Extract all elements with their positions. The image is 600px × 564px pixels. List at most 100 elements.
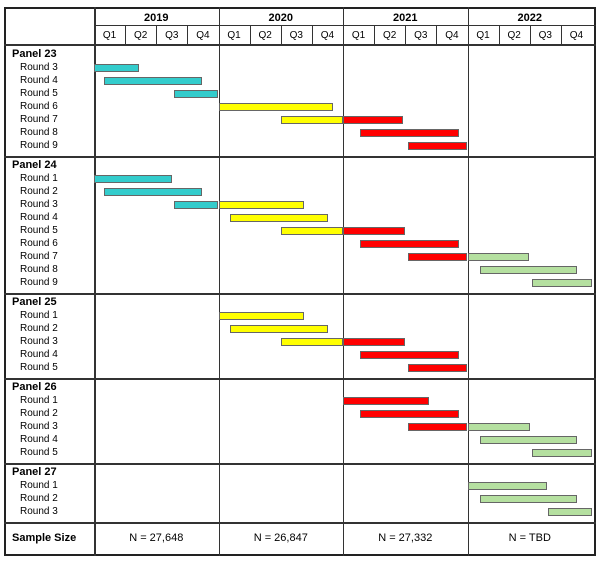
quarter-divider (125, 25, 127, 45)
round-label: Round 9 (20, 140, 58, 151)
year-label: 2022 (517, 12, 542, 24)
round-label: Round 8 (20, 264, 58, 275)
quarter-label: Q2 (507, 30, 521, 41)
gantt-bar (360, 240, 459, 248)
round-label: Round 3 (20, 199, 58, 210)
gantt-bar (173, 90, 219, 98)
gantt-bar (218, 103, 334, 111)
round-label: Round 3 (20, 506, 58, 517)
gantt-bar (407, 142, 468, 150)
round-label: Round 9 (20, 277, 58, 288)
gantt-bar (229, 214, 329, 222)
round-label: Round 2 (20, 186, 58, 197)
round-label: Round 1 (20, 395, 58, 406)
gantt-bar (343, 116, 403, 124)
quarter-label: Q4 (320, 30, 335, 41)
quarter-label: Q1 (351, 30, 366, 41)
quarter-label: Q1 (476, 30, 490, 41)
gantt-bar (218, 201, 305, 209)
round-label: Round 4 (20, 434, 58, 445)
gantt-bar (532, 279, 592, 287)
gantt-bar (479, 495, 578, 503)
quarter-label: Q4 (196, 30, 210, 41)
quarter-divider (405, 25, 407, 45)
gantt-bar (467, 482, 548, 490)
round-label: Round 1 (20, 310, 58, 321)
round-label: Round 3 (20, 336, 58, 347)
round-label: Round 6 (20, 238, 58, 249)
round-label: Round 7 (20, 251, 58, 262)
quarter-divider (249, 25, 251, 45)
panel-title: Panel 26 (12, 381, 57, 393)
round-label: Round 3 (20, 62, 58, 73)
quarter-divider (498, 25, 500, 45)
gantt-bar (103, 188, 203, 196)
panel-divider (4, 293, 596, 295)
gantt-bar (280, 227, 343, 235)
year-divider (94, 7, 96, 556)
gantt-bar (360, 351, 459, 359)
round-label: Round 4 (20, 212, 58, 223)
quarter-divider (280, 25, 282, 45)
gantt-bar (280, 116, 343, 124)
gantt-bar (548, 508, 592, 516)
quarter-label: Q1 (102, 30, 117, 41)
gantt-bar (467, 253, 529, 261)
panel-title: Panel 25 (12, 296, 57, 308)
quarter-label: Q3 (538, 30, 552, 41)
round-label: Round 8 (20, 127, 58, 138)
quarter-label: Q3 (165, 30, 179, 41)
gantt-bar (407, 423, 468, 431)
round-label: Round 7 (20, 114, 58, 125)
gantt-bar (479, 436, 578, 444)
round-label: Round 4 (20, 349, 58, 360)
round-label: Round 2 (20, 493, 58, 504)
chart-border (4, 7, 596, 556)
panel-title: Panel 27 (12, 466, 57, 478)
gantt-bar (229, 325, 329, 333)
panel-title: Panel 24 (12, 159, 57, 171)
round-label: Round 6 (20, 101, 58, 112)
round-label: Round 3 (20, 421, 58, 432)
quarter-label: Q3 (414, 30, 428, 41)
gantt-bar (103, 77, 203, 85)
sample-size-value: N = TBD (508, 532, 551, 544)
panel-divider (4, 522, 596, 524)
year-divider (467, 7, 469, 556)
quarter-divider (560, 25, 562, 45)
quarter-divider (374, 25, 376, 45)
quarter-divider (529, 25, 531, 45)
panel-divider (4, 378, 596, 380)
panel-divider (4, 463, 596, 465)
gantt-bar (94, 64, 139, 72)
gantt-bar (407, 253, 468, 261)
gantt-bar (343, 338, 406, 346)
quarter-divider (187, 25, 189, 45)
panel-title: Panel 23 (12, 48, 57, 60)
quarter-divider (156, 25, 158, 45)
sample-size-value: N = 26,847 (253, 532, 308, 544)
header-divider (94, 25, 596, 26)
sample-size-value: N = 27,648 (129, 532, 184, 544)
round-label: Round 5 (20, 225, 58, 236)
gantt-bar (360, 129, 459, 137)
gantt-bar (479, 266, 578, 274)
quarter-divider (436, 25, 438, 45)
year-label: 2021 (393, 12, 418, 24)
gantt-bar (280, 338, 343, 346)
round-label: Round 5 (20, 447, 58, 458)
gantt-bar (343, 227, 406, 235)
year-divider (218, 7, 220, 556)
gantt-bar (173, 201, 219, 209)
round-label: Round 2 (20, 323, 58, 334)
gantt-bar (360, 410, 459, 418)
gantt-chart: 2019 Q1 Q2 Q3 Q4 2020 Q1 Q2 Q3 Q4 2021 Q1 Q2 Q3 Q4 2022… (0, 0, 600, 564)
quarter-label: Q4 (569, 30, 584, 41)
gantt-bar (218, 312, 305, 320)
round-label: Round 5 (20, 88, 58, 99)
header-bottom (4, 44, 596, 46)
gantt-bar (467, 423, 530, 431)
quarter-label: Q3 (289, 30, 303, 41)
year-label: 2020 (268, 12, 293, 24)
gantt-bar (94, 175, 173, 183)
